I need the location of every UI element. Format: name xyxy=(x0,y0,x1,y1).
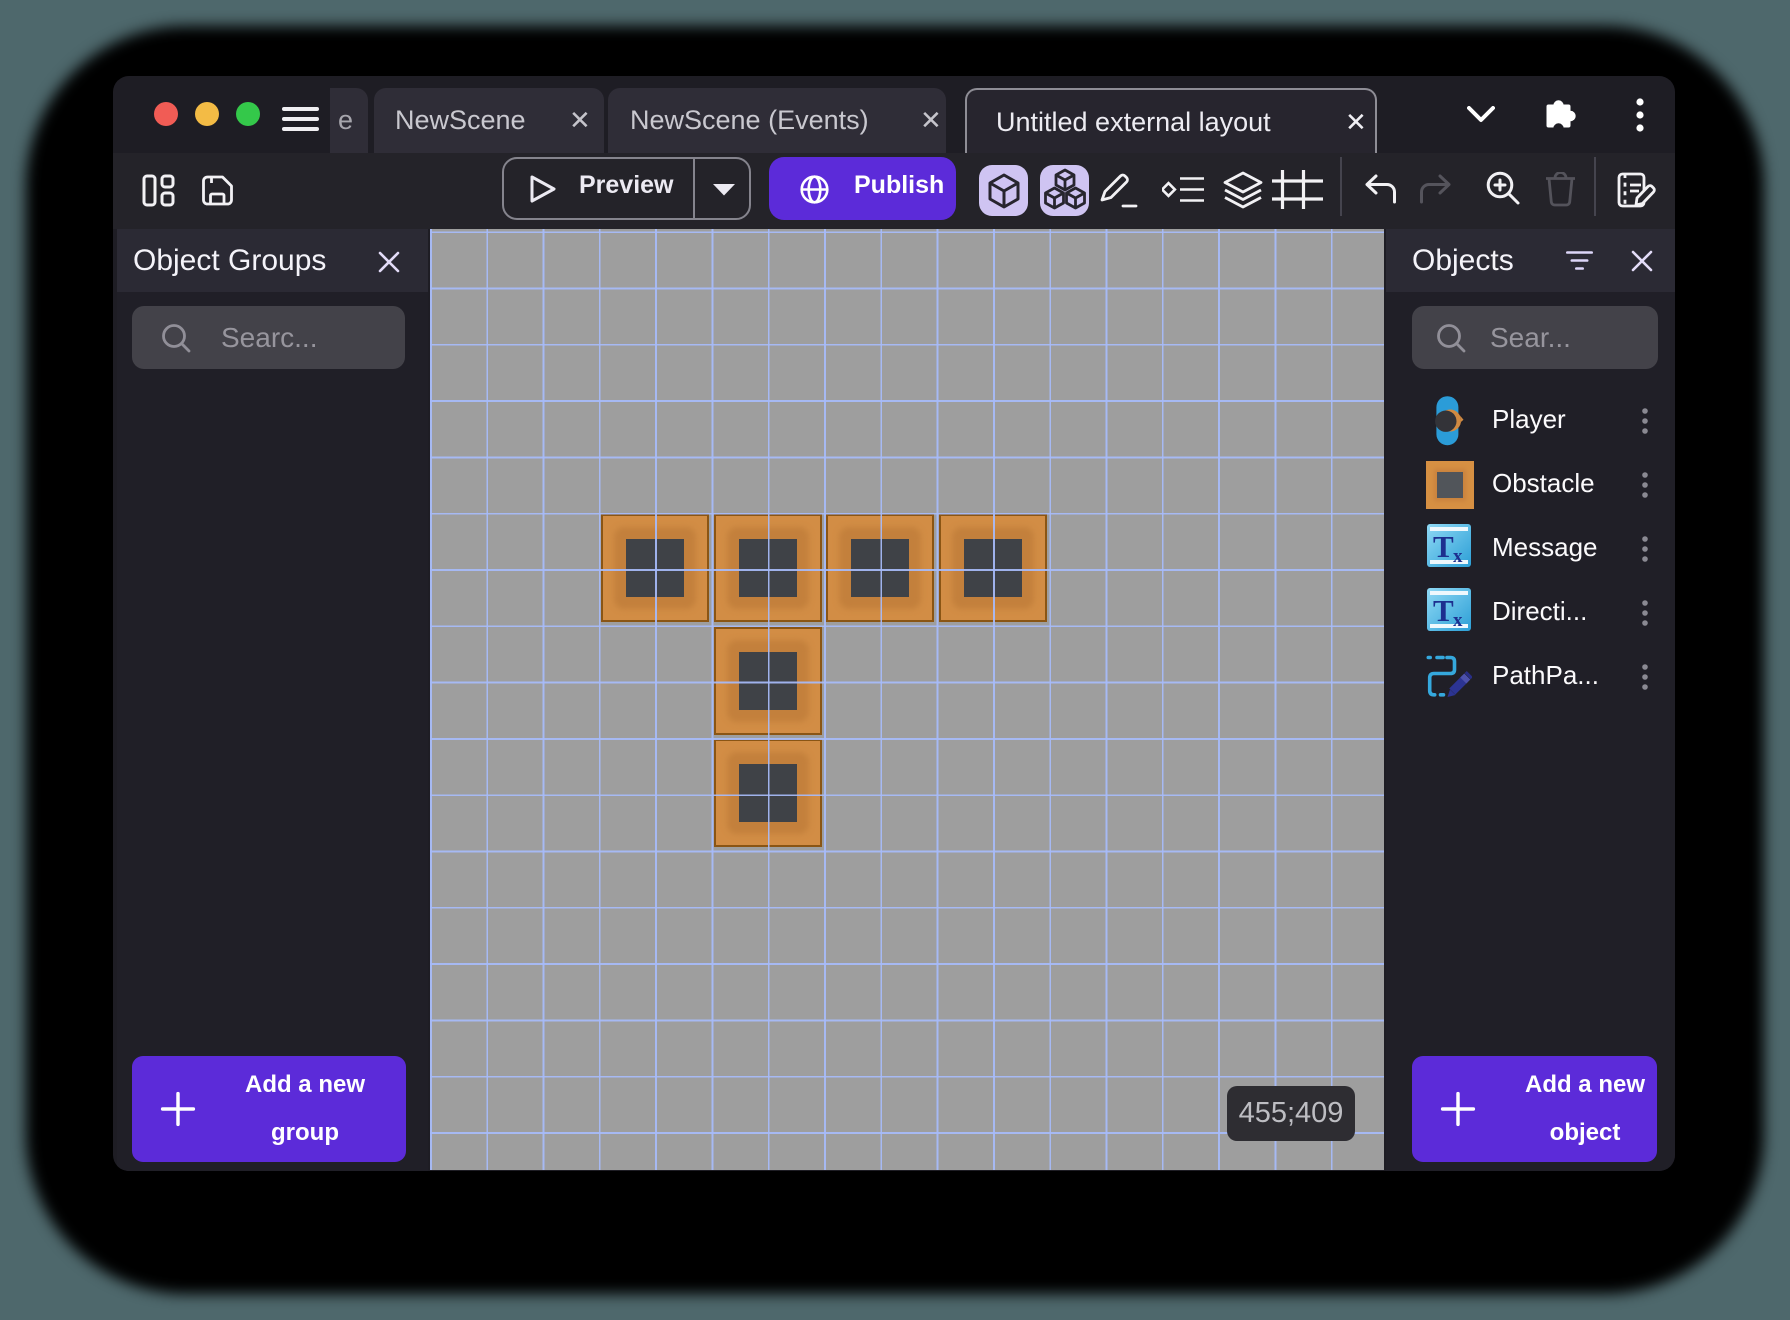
svg-text:T: T xyxy=(1433,593,1454,628)
svg-text:T: T xyxy=(1433,529,1454,564)
svg-text:x: x xyxy=(1453,610,1463,631)
svg-text:x: x xyxy=(1453,546,1463,567)
